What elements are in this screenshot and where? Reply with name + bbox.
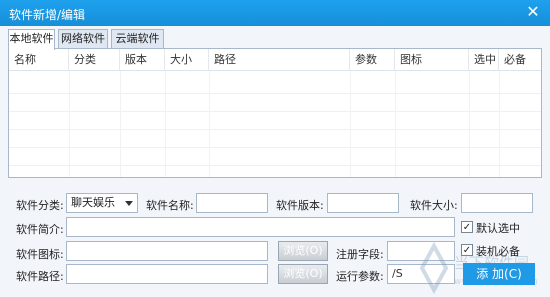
name-input[interactable] — [196, 193, 268, 213]
params-label: 运行参数: — [336, 270, 384, 283]
version-input[interactable] — [327, 193, 399, 213]
column-divider — [69, 71, 70, 177]
tab-cloud-software[interactable]: 云端软件 — [111, 29, 164, 49]
browse-path-button-label: 浏览 — [283, 267, 306, 280]
browse-path-button-key: (O) — [305, 267, 323, 280]
size-label: 软件大小: — [410, 199, 458, 212]
column-header-name[interactable]: 名称 — [9, 49, 69, 71]
default-select-checkbox[interactable]: ✓ — [461, 221, 473, 233]
row-divider — [9, 129, 541, 130]
row-divider — [9, 165, 541, 166]
size-input[interactable] — [461, 193, 533, 213]
column-divider — [499, 71, 500, 177]
row-divider — [9, 111, 541, 112]
icon-label: 软件图标: — [16, 248, 64, 261]
column-divider — [165, 71, 166, 177]
default-select-label[interactable]: 默认选中 — [476, 220, 520, 236]
chevron-down-icon — [125, 201, 133, 206]
name-label: 软件名称: — [146, 199, 194, 212]
window-title: 软件新增/编辑 — [9, 8, 86, 22]
browse-icon-button-label: 浏览 — [283, 244, 306, 257]
reg-label: 注册字段: — [336, 248, 384, 261]
category-label: 软件分类: — [16, 199, 64, 212]
column-divider — [395, 71, 396, 177]
row-divider — [9, 147, 541, 148]
column-header-path[interactable]: 路径 — [209, 49, 350, 71]
category-select[interactable]: 聊天娱乐 — [66, 193, 138, 213]
add-button[interactable]: 添 加(C) — [463, 263, 535, 285]
column-divider — [350, 71, 351, 177]
category-select-value: 聊天娱乐 — [71, 196, 115, 209]
version-label: 软件版本: — [276, 199, 324, 212]
icon-path-input[interactable] — [66, 241, 268, 261]
browse-icon-button[interactable]: 浏览(O) — [278, 241, 328, 261]
browse-icon-button-key: (O) — [305, 244, 323, 257]
tab-network-software[interactable]: 网络软件 — [58, 29, 108, 49]
path-input[interactable] — [66, 264, 268, 284]
path-label: 软件路径: — [16, 270, 64, 283]
column-header-params[interactable]: 参数 — [350, 49, 395, 71]
tab-local-software[interactable]: 本地软件 — [8, 29, 55, 50]
title-bar: 软件新增/编辑 ✕ — [0, 0, 550, 26]
column-header-icon[interactable]: 图标 — [395, 49, 469, 71]
row-divider — [9, 93, 541, 94]
column-header-required[interactable]: 必备 — [499, 49, 541, 71]
column-header-category[interactable]: 分类 — [69, 49, 120, 71]
software-table: 名称 分类 版本 大小 路径 参数 图标 选中 必备 — [8, 48, 542, 178]
column-header-version[interactable]: 版本 — [120, 49, 165, 71]
column-divider — [209, 71, 210, 177]
close-icon[interactable]: ✕ — [524, 3, 542, 21]
column-header-selected[interactable]: 选中 — [469, 49, 499, 71]
column-divider — [469, 71, 470, 177]
browse-path-button[interactable]: 浏览(O) — [278, 264, 328, 284]
column-divider — [120, 71, 121, 177]
intro-input[interactable] — [66, 217, 455, 237]
intro-label: 软件简介: — [16, 223, 64, 236]
column-header-size[interactable]: 大小 — [165, 49, 209, 71]
